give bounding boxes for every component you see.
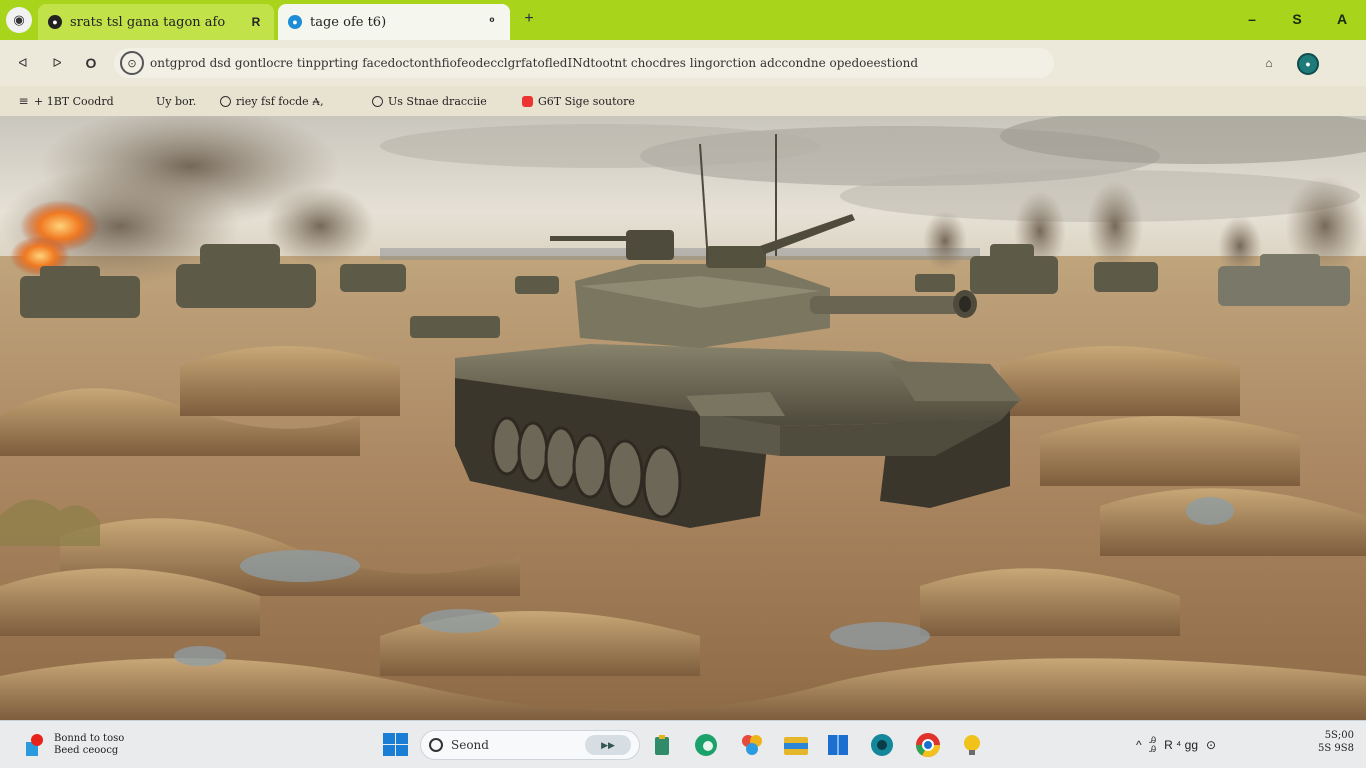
plus-icon: + [524, 10, 534, 27]
chrome-icon [916, 733, 940, 758]
network-volume-status[interactable]: R ⁴ ɡg [1164, 738, 1198, 752]
bookmark-label: riey fsf focde ₳, [236, 94, 324, 108]
taskbar-app-photos[interactable] [738, 731, 766, 759]
weather-widget[interactable]: Bonnd to toso Beed ceoocg [24, 729, 154, 761]
clock[interactable]: 5S;00 5S 9S8 [1290, 729, 1354, 755]
back-button[interactable]: ᐊ [12, 52, 34, 74]
browser-logo-icon: ◉ [13, 12, 25, 27]
tab-close-icon[interactable]: ⁰ [484, 15, 500, 29]
apps-grid-icon: ≡ [18, 94, 29, 108]
address-text: ontgprod dsd gontlocre tinpprting facedo… [150, 56, 919, 70]
forward-button[interactable]: ᐅ [46, 52, 68, 74]
avatar-icon: ● [1305, 59, 1311, 69]
lightbulb-icon [964, 735, 980, 755]
photos-icon [742, 735, 762, 755]
taskbar-app-other[interactable] [958, 731, 986, 759]
minimize-button[interactable]: – [1240, 8, 1264, 30]
folder-icon [784, 737, 808, 755]
reload-icon: O [85, 55, 97, 71]
file-explorer-icon [655, 735, 669, 755]
clock-time: 5S;00 [1324, 730, 1354, 741]
reload-button[interactable]: O [80, 52, 102, 74]
bookmark-label: G6T Sige soutore [538, 94, 635, 108]
bookmark-label: + 1BT Coodrd [34, 94, 114, 108]
system-tray: ^ Ꭿ Ꭿ R ⁴ ɡg ⊙ [1136, 735, 1216, 755]
search-placeholder: Seond [451, 738, 489, 752]
settings-icon[interactable]: ⊙ [1206, 738, 1216, 752]
bookmark-label: Uy bor. [156, 94, 197, 108]
widget-line-1: Bonnd to toso [54, 733, 125, 744]
bookmark-item[interactable]: ≡ + 1BT Coodrd [18, 92, 114, 110]
search-icon [429, 738, 443, 752]
media-player-icon [871, 734, 893, 756]
back-arrow-icon: ᐊ [18, 56, 28, 70]
bookmark-item[interactable]: riey fsf focde ₳, [220, 92, 324, 110]
clock-date: 5S 9S8 [1318, 743, 1354, 754]
new-tab-button[interactable]: + [518, 8, 540, 30]
extensions-button[interactable]: ⌂ [1258, 52, 1280, 74]
start-button[interactable] [383, 733, 409, 757]
language-indicator[interactable]: Ꭿ Ꭿ [1150, 736, 1157, 754]
maximize-button[interactable]: S [1285, 8, 1309, 30]
windows-logo-icon [383, 733, 408, 756]
bookmark-item[interactable]: G6T Sige soutore [522, 92, 635, 110]
forward-arrow-icon: ᐅ [52, 56, 62, 70]
profile-avatar[interactable]: ● [1297, 53, 1319, 75]
bookmarks-bar: ≡ + 1BT Coodrd Uy bor. riey fsf focde ₳,… [0, 86, 1366, 116]
tab-favicon-icon: ● [288, 15, 302, 29]
tray-overflow-chevron-icon[interactable]: ^ [1136, 738, 1142, 752]
close-window-button[interactable]: A [1330, 8, 1354, 30]
tab-favicon-icon: ● [48, 15, 62, 29]
tab-1[interactable]: ● srats tsl gana tagon afo R [38, 4, 274, 40]
taskbar-app-files[interactable] [648, 731, 676, 759]
widget-line-2: Beed ceoocg [54, 745, 119, 756]
bookmark-label: Us Stnae dracciie [388, 94, 487, 108]
tab-close-icon[interactable]: R [248, 15, 264, 29]
taskbar-app-media[interactable] [868, 731, 896, 759]
store-icon [828, 735, 848, 755]
globe-icon [220, 95, 231, 107]
taskbar-app-chrome[interactable] [914, 731, 942, 759]
globe-icon [372, 95, 383, 107]
site-info-icon[interactable]: ⊙ [120, 51, 144, 75]
weather-icon [24, 734, 46, 756]
page-content-image [0, 116, 1366, 720]
bookmark-item[interactable]: Uy bor. [156, 92, 196, 110]
taskbar-app-store[interactable] [824, 731, 852, 759]
tab-2-active[interactable]: ● tage ofe t6) ⁰ [278, 4, 510, 40]
browser-menu-button[interactable]: ◉ [6, 7, 32, 33]
address-toolbar: ᐊ ᐅ O ⊙ ontgprod dsd gontlocre tinpprtin… [0, 40, 1366, 86]
taskbar-app-folder[interactable] [782, 731, 810, 759]
taskbar-search-box[interactable]: Seond ▶▶ [420, 730, 640, 760]
tab-title: tage ofe t6) [310, 14, 387, 30]
browser-green-icon [695, 734, 717, 756]
taskbar: Bonnd to toso Beed ceoocg Seond ▶▶ ^ Ꭿ Ꭿ… [0, 720, 1366, 768]
search-highlight-badge: ▶▶ [585, 735, 631, 755]
taskbar-app-edge[interactable] [692, 731, 720, 759]
tab-title: srats tsl gana tagon afo [70, 14, 226, 30]
tab-strip: ◉ ● srats tsl gana tagon afo R ● tage of… [0, 0, 1366, 40]
puzzle-icon: ⌂ [1265, 56, 1273, 70]
battlefield-illustration [0, 116, 1366, 720]
bookmark-item[interactable]: Us Stnae dracciie [372, 92, 487, 110]
red-folder-icon [522, 95, 533, 107]
address-bar[interactable]: ⊙ ontgprod dsd gontlocre tinpprting face… [114, 48, 1054, 78]
